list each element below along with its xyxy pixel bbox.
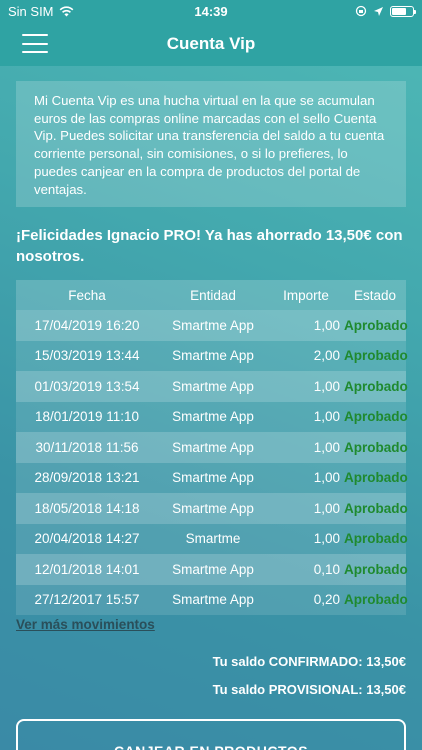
battery-icon bbox=[390, 5, 416, 17]
cell-entidad: Smartme App bbox=[172, 317, 254, 333]
cell-estado: Aprobado bbox=[344, 378, 408, 394]
cell-importe: 1,00 bbox=[313, 409, 340, 425]
cell-estado: Aprobado bbox=[344, 592, 408, 608]
table-row: 01/03/2019 13:54 Smartme App 1,00 Aprobado bbox=[16, 371, 408, 402]
congrats-message: ¡Felicidades Ignacio PRO! Ya has ahorrad… bbox=[16, 227, 403, 265]
header-entidad: Entidad bbox=[190, 287, 236, 303]
status-bar: Sin SIM 14:39 bbox=[0, 0, 422, 22]
cell-entidad: Smartme App bbox=[172, 409, 254, 425]
cell-importe: 1,00 bbox=[313, 500, 340, 516]
canjear-button[interactable]: CANJEAR EN PRODUCTOS bbox=[16, 719, 406, 750]
table-row: 17/04/2019 16:20 Smartme App 1,00 Aprobado bbox=[16, 310, 408, 341]
header-importe: Importe bbox=[283, 287, 329, 303]
status-time: 14:39 bbox=[194, 3, 228, 19]
table-body: 17/04/2019 16:20 Smartme App 1,00 Aprobado 1… bbox=[16, 310, 408, 615]
cell-importe: 1,00 bbox=[313, 531, 340, 547]
cell-estado: Aprobado bbox=[344, 317, 408, 333]
header-estado: Estado bbox=[353, 287, 397, 303]
cell-estado: Aprobado bbox=[344, 409, 408, 425]
table-row: 20/04/2018 14:27 Smartme 1,00 Aprobado bbox=[16, 523, 408, 554]
cell-estado: Aprobado bbox=[344, 531, 408, 547]
cell-fecha: 20/04/2018 14:27 bbox=[34, 531, 140, 547]
carrier-label: Sin SIM bbox=[8, 3, 54, 19]
cell-fecha: 30/11/2018 11:56 bbox=[35, 439, 139, 455]
wifi-icon bbox=[59, 5, 73, 16]
cell-entidad: Smartme App bbox=[172, 561, 254, 577]
cell-entidad: Smartme App bbox=[172, 500, 254, 516]
cell-importe: 1,00 bbox=[313, 470, 340, 486]
cell-fecha: 18/05/2018 14:18 bbox=[34, 500, 140, 516]
page-title: Cuenta Vip bbox=[166, 34, 256, 53]
header-fecha: Fecha bbox=[68, 287, 106, 303]
cell-fecha: 12/01/2018 14:01 bbox=[34, 561, 140, 577]
cell-entidad: Smartme bbox=[185, 531, 241, 547]
cell-entidad: Smartme App bbox=[172, 439, 254, 455]
cell-estado: Aprobado bbox=[344, 561, 408, 577]
cell-entidad: Smartme App bbox=[172, 348, 254, 364]
table-row: 18/05/2018 14:18 Smartme App 1,00 Aprobado bbox=[16, 493, 408, 524]
saldo-confirmado: Tu saldo CONFIRMADO: 13,50€ bbox=[212, 654, 406, 669]
table-row: 28/09/2018 13:21 Smartme App 1,00 Aprobado bbox=[16, 462, 408, 493]
cell-importe: 1,00 bbox=[313, 439, 340, 455]
cell-importe: 2,00 bbox=[313, 348, 340, 364]
movements-table: Fecha Entidad Importe Estado 17/04/2019 … bbox=[16, 280, 408, 615]
hamburger-menu-icon[interactable] bbox=[22, 34, 48, 53]
nav-bar: Cuenta Vip bbox=[0, 22, 422, 66]
cell-importe: 0,10 bbox=[313, 561, 340, 577]
more-movements-link[interactable]: Ver más movimientos bbox=[16, 617, 155, 632]
table-row: 30/11/2018 11:56 Smartme App 1,00 Aprobado bbox=[16, 432, 408, 463]
status-right bbox=[355, 5, 416, 17]
table-row: 27/12/2017 15:57 Smartme App 0,20 Aprobado bbox=[16, 584, 408, 615]
cell-fecha: 28/09/2018 13:21 bbox=[34, 470, 140, 486]
orientation-lock-icon bbox=[355, 5, 367, 17]
cell-estado: Aprobado bbox=[344, 348, 408, 364]
table-row: 12/01/2018 14:01 Smartme App 0,10 Aprobado bbox=[16, 554, 408, 585]
cell-importe: 1,00 bbox=[313, 378, 340, 394]
location-arrow-icon bbox=[374, 6, 383, 16]
cell-fecha: 15/03/2019 13:44 bbox=[34, 348, 140, 364]
status-left: Sin SIM bbox=[8, 4, 74, 19]
cell-estado: Aprobado bbox=[344, 470, 408, 486]
info-box: Mi Cuenta Vip es una hucha virtual en la… bbox=[16, 81, 406, 207]
cell-entidad: Smartme App bbox=[172, 378, 254, 394]
cell-importe: 1,00 bbox=[313, 317, 340, 333]
cell-importe: 0,20 bbox=[313, 592, 340, 608]
cell-estado: Aprobado bbox=[344, 439, 408, 455]
cell-fecha: 18/01/2019 11:10 bbox=[34, 409, 140, 425]
cell-estado: Aprobado bbox=[344, 500, 408, 516]
cell-entidad: Smartme App bbox=[172, 470, 254, 486]
cell-fecha: 17/04/2019 16:20 bbox=[34, 317, 140, 333]
saldo-provisional: Tu saldo PROVISIONAL: 13,50€ bbox=[212, 682, 406, 697]
table-header: Fecha Entidad Importe Estado bbox=[16, 280, 406, 310]
table-row: 15/03/2019 13:44 Smartme App 2,00 Aprobado bbox=[16, 340, 408, 371]
cell-entidad: Smartme App bbox=[172, 592, 254, 608]
cell-fecha: 27/12/2017 15:57 bbox=[34, 592, 140, 608]
cell-fecha: 01/03/2019 13:54 bbox=[34, 378, 140, 394]
table-row: 18/01/2019 11:10 Smartme App 1,00 Aprobado bbox=[16, 401, 408, 432]
